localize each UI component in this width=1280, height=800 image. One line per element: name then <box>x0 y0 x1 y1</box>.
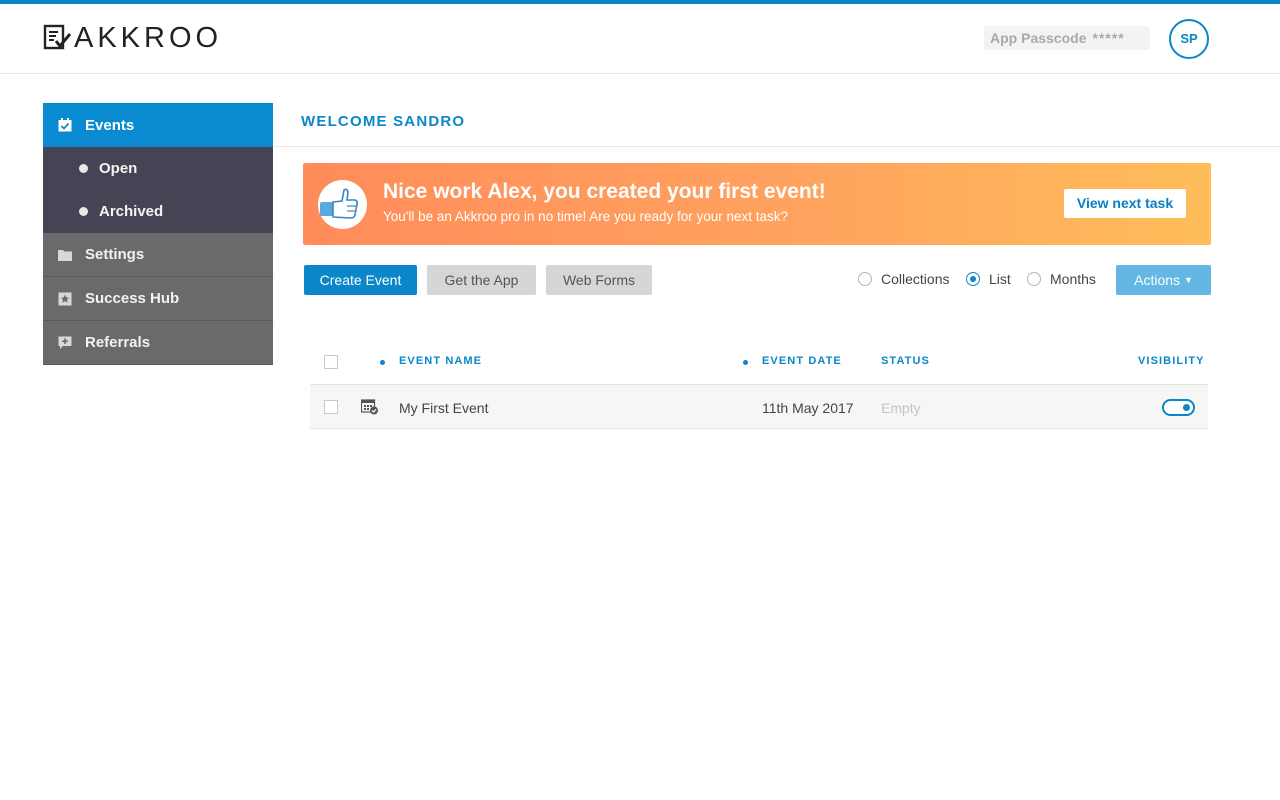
event-date: 11th May 2017 <box>762 400 854 416</box>
sidebar-item-settings[interactable]: Settings <box>43 233 273 277</box>
select-all-checkbox[interactable] <box>324 355 338 369</box>
event-calendar-icon <box>361 399 378 415</box>
column-header-status[interactable]: STATUS <box>881 355 930 367</box>
user-avatar[interactable]: SP <box>1169 19 1209 59</box>
get-app-button[interactable]: Get the App <box>427 265 536 295</box>
sidebar-item-label: Archived <box>99 203 164 220</box>
event-name[interactable]: My First Event <box>399 400 488 416</box>
column-header-event-name[interactable]: EVENT NAME <box>399 355 482 367</box>
star-box-icon <box>58 292 72 305</box>
brand-name: AKKROO <box>74 22 223 54</box>
view-option-label: Collections <box>881 271 950 287</box>
view-option-label: Months <box>1050 271 1096 287</box>
actions-dropdown[interactable]: Actions ▼ <box>1116 265 1211 295</box>
caret-down-icon: ▼ <box>1183 275 1193 285</box>
table-header: EVENT NAME EVENT DATE STATUS VISIBILITY <box>310 340 1208 384</box>
table-row[interactable]: My First Event 11th May 2017 Empty <box>310 384 1208 429</box>
passcode-value: ***** <box>1092 30 1125 46</box>
akkroo-logo[interactable]: AKKROO <box>43 22 223 54</box>
sidebar-item-label: Settings <box>85 246 145 263</box>
thumbs-up-icon <box>318 180 367 229</box>
web-forms-button[interactable]: Web Forms <box>546 265 652 295</box>
create-event-button[interactable]: Create Event <box>304 265 417 295</box>
event-status: Empty <box>881 400 921 416</box>
folder-icon <box>58 249 72 261</box>
visibility-toggle[interactable] <box>1162 399 1195 416</box>
passcode-label: App Passcode <box>990 30 1087 46</box>
header: AKKROO App Passcode ***** SP <box>0 4 1280 74</box>
sort-indicator-icon[interactable] <box>380 360 385 365</box>
bullet-icon <box>79 164 88 173</box>
sidebar-item-label: Events <box>85 116 135 134</box>
view-option-collections[interactable]: Collections <box>858 271 949 287</box>
sidebar-item-label: Referrals <box>85 334 151 351</box>
sidebar-item-label: Open <box>99 160 138 177</box>
sort-indicator-icon[interactable] <box>743 360 748 365</box>
radio-button[interactable] <box>858 272 872 286</box>
sidebar-item-events[interactable]: Events <box>43 103 273 147</box>
banner-title: Nice work Alex, you created your first e… <box>383 180 826 203</box>
calendar-check-icon <box>58 118 72 132</box>
sidebar-item-label: Success Hub <box>85 290 180 307</box>
bullet-icon <box>79 207 88 216</box>
app-passcode: App Passcode ***** <box>984 26 1150 50</box>
divider <box>273 146 1280 147</box>
radio-button-selected[interactable] <box>966 272 980 286</box>
row-checkbox[interactable] <box>324 400 338 414</box>
view-option-list[interactable]: List <box>966 271 1011 287</box>
sidebar: Events Open Archived Settings Success Hu… <box>43 103 273 365</box>
actions-label: Actions <box>1134 272 1181 288</box>
column-header-event-date[interactable]: EVENT DATE <box>762 355 842 367</box>
view-next-task-button[interactable]: View next task <box>1064 189 1186 218</box>
banner-subtitle: You'll be an Akkroo pro in no time! Are … <box>383 209 789 224</box>
sidebar-item-archived[interactable]: Archived <box>43 190 273 233</box>
view-option-months[interactable]: Months <box>1027 271 1096 287</box>
page-title: WELCOME SANDRO <box>301 113 466 130</box>
sidebar-item-referrals[interactable]: Referrals <box>43 321 273 365</box>
events-table: EVENT NAME EVENT DATE STATUS VISIBILITY … <box>310 340 1208 429</box>
sidebar-item-success-hub[interactable]: Success Hub <box>43 277 273 321</box>
radio-button[interactable] <box>1027 272 1041 286</box>
column-header-visibility[interactable]: VISIBILITY <box>1138 355 1205 367</box>
sidebar-item-open[interactable]: Open <box>43 147 273 190</box>
first-event-banner: Nice work Alex, you created your first e… <box>303 163 1211 245</box>
chat-plus-icon <box>58 336 72 349</box>
checklist-logo-icon <box>43 24 71 50</box>
view-option-label: List <box>989 271 1011 287</box>
